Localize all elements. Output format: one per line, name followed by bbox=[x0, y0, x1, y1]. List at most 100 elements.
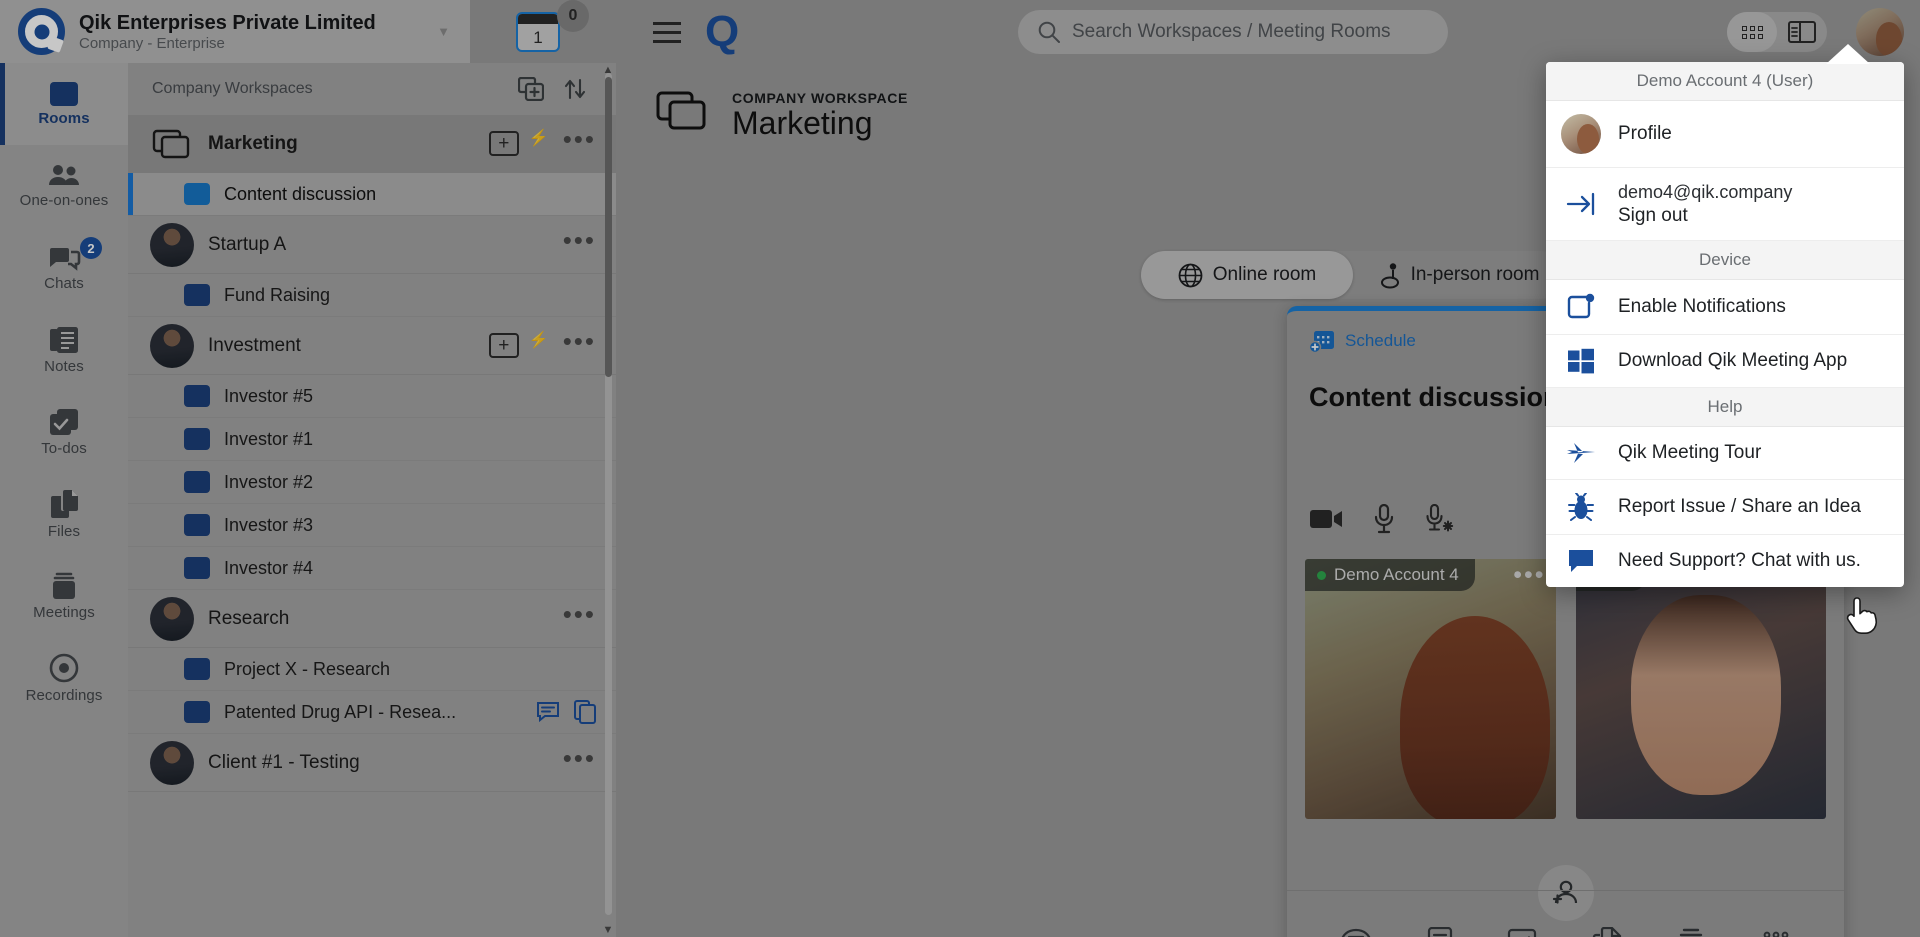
globe-icon bbox=[1178, 263, 1203, 288]
notes-icon[interactable] bbox=[1427, 927, 1453, 937]
room-item-investor-5[interactable]: Investor #5 bbox=[128, 375, 616, 418]
room-label: Fund Raising bbox=[224, 285, 596, 306]
room-type-tabs: Online room In-person room bbox=[1141, 251, 1565, 299]
sidebar-item-label: Recordings bbox=[26, 687, 103, 704]
sidebar-item-meetings[interactable]: Meetings bbox=[0, 555, 128, 637]
sidebar-item-chats[interactable]: 2 Chats bbox=[0, 227, 128, 309]
grid-view-icon[interactable] bbox=[1727, 12, 1777, 52]
user-avatar bbox=[1564, 114, 1598, 154]
sidebar-item-rooms[interactable]: Rooms bbox=[0, 63, 128, 145]
participant-tile[interactable]: Demo Account 4 ••• bbox=[1305, 559, 1556, 819]
chevron-up-icon[interactable]: ▲ bbox=[602, 63, 614, 77]
more-dots-icon[interactable]: ••• bbox=[1513, 563, 1545, 588]
room-item-fund-raising[interactable]: Fund Raising bbox=[128, 274, 616, 317]
tab-in-person-room[interactable]: In-person room bbox=[1353, 251, 1565, 299]
room-item-investor-1[interactable]: Investor #1 bbox=[128, 418, 616, 461]
copy-icon[interactable] bbox=[574, 700, 596, 724]
page-heading: Marketing bbox=[732, 107, 908, 141]
workspace-group-label: Client #1 - Testing bbox=[208, 752, 549, 774]
hamburger-icon[interactable] bbox=[653, 22, 681, 49]
todo-icon[interactable] bbox=[1507, 928, 1537, 937]
workspace-list-header: Company Workspaces bbox=[128, 63, 616, 115]
sidebar-item-notes[interactable]: Notes bbox=[0, 309, 128, 391]
sidebar-item-todos[interactable]: To-dos bbox=[0, 391, 128, 473]
workspace-list-scrollbar[interactable]: ▲ ▼ bbox=[602, 63, 614, 937]
menu-item-need-support[interactable]: Need Support? Chat with us. bbox=[1546, 535, 1904, 587]
participant-name: Demo Account 4 bbox=[1334, 565, 1459, 585]
menu-item-report-issue[interactable]: Report Issue / Share an Idea bbox=[1546, 480, 1904, 535]
workspace-more-button[interactable]: ••• bbox=[563, 753, 596, 771]
rooms-icon bbox=[50, 82, 78, 106]
room-item-investor-2[interactable]: Investor #2 bbox=[128, 461, 616, 504]
airplane-icon bbox=[1564, 440, 1598, 466]
app-logo[interactable]: Q bbox=[705, 10, 739, 54]
avatar bbox=[150, 597, 194, 641]
workspace-more-button[interactable]: ••• bbox=[563, 134, 596, 152]
workspace-group-investment[interactable]: Investment + ⚡ ••• bbox=[128, 317, 616, 375]
tab-online-room[interactable]: Online room bbox=[1141, 251, 1353, 299]
search-input[interactable]: Search Workspaces / Meeting Rooms bbox=[1018, 10, 1448, 54]
company-switcher[interactable]: Qik Enterprises Private Limited Company … bbox=[0, 0, 470, 63]
sidebar-item-files[interactable]: Files bbox=[0, 473, 128, 555]
camera-icon[interactable] bbox=[1309, 507, 1343, 536]
chat-icon[interactable] bbox=[1340, 928, 1372, 937]
page-title: COMPANY WORKSPACE Marketing bbox=[656, 90, 908, 141]
windows-icon bbox=[1564, 348, 1598, 374]
room-item-content-discussion[interactable]: Content discussion bbox=[128, 173, 616, 216]
schedule-button[interactable]: Schedule bbox=[1309, 328, 1416, 354]
split-view-icon[interactable] bbox=[1777, 12, 1827, 52]
menu-item-qik-meeting-tour[interactable]: Qik Meeting Tour bbox=[1546, 427, 1904, 480]
menu-arrow bbox=[1826, 44, 1870, 64]
menu-item-download-app[interactable]: Download Qik Meeting App bbox=[1546, 335, 1904, 388]
add-workspace-icon[interactable] bbox=[514, 72, 548, 106]
sidebar-item-one-on-ones[interactable]: One-on-ones bbox=[0, 145, 128, 227]
workspace-more-button[interactable]: ••• bbox=[563, 235, 596, 253]
menu-item-profile[interactable]: Profile bbox=[1546, 101, 1904, 168]
workspace-group-research[interactable]: Research ••• bbox=[128, 590, 616, 648]
workspace-more-button[interactable]: ••• bbox=[563, 609, 596, 627]
apps-grid-icon[interactable] bbox=[1761, 928, 1791, 937]
live-status-dot bbox=[1317, 571, 1326, 580]
menu-item-sign-out[interactable]: demo4@qik.company Sign out bbox=[1546, 168, 1904, 241]
sidebar-item-recordings[interactable]: Recordings bbox=[0, 637, 128, 719]
chat-icon[interactable] bbox=[536, 701, 560, 723]
lightning-icon: ⚡ bbox=[529, 128, 549, 148]
scrollbar-thumb[interactable] bbox=[605, 77, 612, 377]
workspace-group-marketing[interactable]: Marketing + ⚡ ••• bbox=[128, 115, 616, 173]
meetings-icon[interactable] bbox=[1676, 928, 1706, 937]
workspace-tab-chip[interactable]: 1 bbox=[516, 12, 560, 52]
sort-icon[interactable] bbox=[558, 72, 592, 106]
room-color-swatch bbox=[184, 658, 210, 680]
microphone-icon[interactable] bbox=[1373, 504, 1395, 539]
folder-stack-icon bbox=[656, 90, 714, 140]
company-info: Qik Enterprises Private Limited Company … bbox=[79, 12, 376, 52]
sidebar-item-label: Files bbox=[48, 523, 80, 540]
chevron-down-icon[interactable]: ▼ bbox=[602, 923, 614, 937]
participant-tile[interactable]: Olivia ••• bbox=[1576, 559, 1827, 819]
sidebar-item-label: Chats bbox=[44, 275, 84, 292]
files-icon[interactable] bbox=[1592, 927, 1622, 937]
room-item-investor-3[interactable]: Investor #3 bbox=[128, 504, 616, 547]
sidebar-item-label: Notes bbox=[44, 358, 84, 375]
workspace-more-button[interactable]: ••• bbox=[563, 336, 596, 354]
add-room-button[interactable]: + bbox=[489, 333, 519, 358]
room-label: Investor #3 bbox=[224, 515, 596, 536]
workspace-group-client-1-testing[interactable]: Client #1 - Testing ••• bbox=[128, 734, 616, 792]
add-room-button[interactable]: + bbox=[489, 131, 519, 156]
workspace-list[interactable]: Marketing + ⚡ ••• Content discussion Sta… bbox=[128, 115, 616, 937]
folder-stack-icon bbox=[150, 129, 194, 159]
room-color-swatch bbox=[184, 557, 210, 579]
lightning-icon: ⚡ bbox=[529, 330, 549, 350]
room-item-project-x[interactable]: Project X - Research bbox=[128, 648, 616, 691]
room-color-swatch bbox=[184, 385, 210, 407]
tab-online-room-label: Online room bbox=[1213, 264, 1317, 286]
workspace-group-startup-a[interactable]: Startup A ••• bbox=[128, 216, 616, 274]
qik-circle-logo bbox=[18, 8, 65, 55]
microphone-settings-icon[interactable] bbox=[1425, 504, 1455, 539]
menu-item-label: Enable Notifications bbox=[1618, 295, 1786, 319]
menu-item-enable-notifications[interactable]: Enable Notifications bbox=[1546, 280, 1904, 335]
room-item-patented-drug-api[interactable]: Patented Drug API - Resea... bbox=[128, 691, 616, 734]
chevron-down-icon[interactable]: ▼ bbox=[437, 24, 450, 39]
room-item-investor-4[interactable]: Investor #4 bbox=[128, 547, 616, 590]
chat-filled-icon bbox=[1564, 548, 1598, 574]
